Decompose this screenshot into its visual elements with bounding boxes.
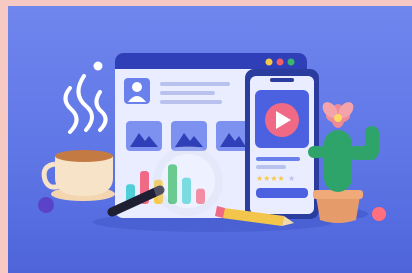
phone-notch [270,78,294,82]
text-line [160,100,222,104]
ball-left [38,197,54,213]
steam-bubble [93,61,103,71]
window-dot-green [287,58,295,66]
phone-button-bar [256,188,308,198]
pot [316,196,360,223]
magnifier-lens [153,146,223,216]
star-rating: ★★★★ ★ [256,174,295,183]
star-icon: ★★★★ [256,174,285,183]
star-icon: ★ [288,174,295,183]
image-icon [126,121,162,151]
cactus-body [324,130,352,192]
cactus-arm [308,146,326,158]
text-line [256,165,286,169]
illustration-scene: ★★★★ ★ [8,6,412,273]
phone: ★★★★ ★ [245,69,319,219]
steam [76,74,94,132]
text-line [256,157,300,161]
text-line [160,82,230,86]
coffee-mug [41,61,115,201]
ball-right [372,207,386,221]
window-dot-yellow [265,58,273,66]
text-line [160,91,215,95]
cactus-arm [365,126,379,158]
window-dot-red [276,58,284,66]
flower [322,102,354,128]
image-icon [216,121,250,151]
steam [94,90,108,132]
steam [63,86,79,134]
illustration-svg: ★★★★ ★ [38,53,386,232]
coffee [55,150,113,162]
